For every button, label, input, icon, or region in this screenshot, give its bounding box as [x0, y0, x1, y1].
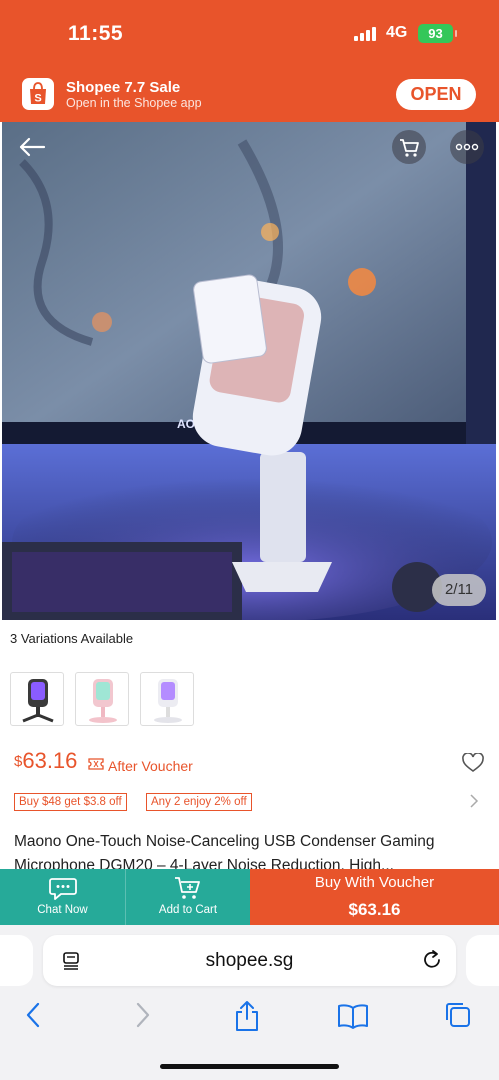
voucher-icon	[88, 758, 104, 770]
product-photo: AOC	[2, 122, 496, 620]
product-title: Maono One-Touch Noise-Canceling USB Cond…	[14, 833, 435, 870]
image-counter: 2/11	[432, 574, 486, 606]
after-voucher-label: After Voucher	[108, 758, 193, 774]
promo-tag-2[interactable]: Any 2 enjoy 2% off	[146, 793, 252, 811]
variation-thumb-pink[interactable]	[75, 672, 129, 726]
chat-icon	[48, 878, 77, 900]
back-arrow-icon	[19, 137, 46, 157]
variation-thumb-black[interactable]	[10, 672, 64, 726]
add-to-cart-button[interactable]: Add to Cart	[125, 869, 250, 925]
status-time: 11:55	[68, 22, 124, 45]
cart-icon	[400, 139, 419, 157]
banner-title: Shopee 7.7 Sale	[66, 79, 181, 96]
product-price: $63.16	[14, 748, 77, 774]
share-icon[interactable]	[233, 1000, 261, 1032]
chevron-right-icon[interactable]	[468, 793, 480, 809]
previous-tab-preview[interactable]	[0, 935, 33, 986]
home-indicator	[160, 1064, 339, 1069]
shopee-logo-icon[interactable]: S	[22, 78, 54, 110]
bottom-action-bar: Chat Now Add to Cart Buy With Voucher $6…	[0, 869, 499, 925]
signal-icon	[354, 27, 380, 41]
banner-subtitle: Open in the Shopee app	[66, 96, 202, 110]
back-button[interactable]	[14, 130, 48, 164]
buy-with-voucher-button[interactable]: Buy With Voucher $63.16	[250, 869, 499, 925]
browser-forward-icon[interactable]	[130, 1000, 154, 1030]
url-text: shopee.sg	[205, 950, 294, 971]
cart-button[interactable]	[392, 130, 426, 164]
next-tab-preview[interactable]	[466, 935, 499, 986]
more-icon	[455, 143, 479, 151]
promo-tag-1[interactable]: Buy $48 get $3.8 off	[14, 793, 127, 811]
more-button[interactable]	[450, 130, 484, 164]
variations-label: 3 Variations Available	[10, 631, 134, 646]
open-app-button[interactable]: OPEN	[396, 79, 476, 110]
logo-letter: S	[34, 93, 41, 105]
battery-indicator: 93	[418, 24, 457, 43]
heart-icon[interactable]	[462, 753, 484, 773]
browser-back-icon[interactable]	[22, 1000, 46, 1030]
reload-icon[interactable]	[421, 949, 443, 971]
price-value: 63.16	[22, 748, 78, 773]
variation-thumb-white[interactable]	[140, 672, 194, 726]
buy-with-voucher-price: $63.16	[348, 900, 401, 919]
chat-now-button[interactable]: Chat Now	[0, 869, 125, 925]
mic-white-image	[154, 679, 182, 723]
tabs-icon[interactable]	[443, 1000, 473, 1030]
address-bar[interactable]: shopee.sg	[43, 935, 456, 986]
chat-now-label: Chat Now	[37, 904, 88, 916]
network-type: 4G	[386, 24, 408, 41]
browser-chrome: shopee.sg	[0, 925, 499, 1080]
product-image-carousel[interactable]: AOC 2/11	[2, 122, 496, 620]
mic-pink-image	[89, 679, 117, 723]
bookmarks-icon[interactable]	[337, 1000, 369, 1030]
buy-with-voucher-label: Buy With Voucher	[314, 874, 435, 891]
add-cart-icon	[175, 877, 200, 899]
add-to-cart-label: Add to Cart	[158, 904, 218, 916]
mic-black-image	[22, 679, 54, 723]
